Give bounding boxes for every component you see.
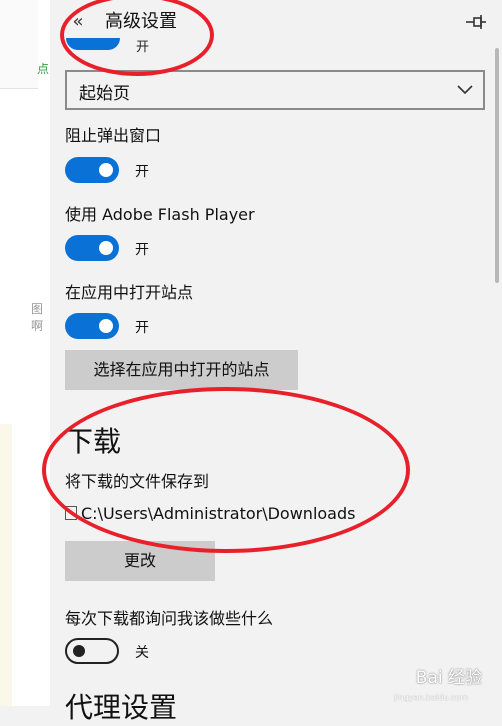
flash-player-state: 开 <box>135 242 149 258</box>
download-path: C:\Users\Administrator\Downloads <box>65 504 355 523</box>
open-in-app-toggle[interactable] <box>65 313 119 339</box>
watermark-logo: Bai 经验 <box>415 668 482 688</box>
startup-page-select[interactable]: 起始页 <box>65 70 485 110</box>
ask-download-state: 关 <box>135 645 149 661</box>
background-green-text: 点 <box>37 62 50 76</box>
open-in-app-label: 在应用中打开站点 <box>65 283 194 302</box>
download-path-text: C:\Users\Administrator\Downloads <box>81 504 356 523</box>
block-popups-label: 阻止弹出窗口 <box>65 126 162 145</box>
save-downloads-label: 将下载的文件保存到 <box>65 472 210 491</box>
flash-player-toggle[interactable] <box>65 235 119 261</box>
downloads-heading: 下载 <box>65 425 122 458</box>
panel-scrollbar[interactable] <box>495 48 499 283</box>
block-popups-state: 开 <box>135 164 149 180</box>
open-with-toggle-partial[interactable] <box>66 38 120 52</box>
background-browser-page: 点 图啊 <box>0 0 51 706</box>
advanced-settings-panel: « 高级设置 开 起始页 阻止弹出窗口 开 使用 Adobe Flash Pla… <box>50 0 502 724</box>
ask-download-label: 每次下载都询问我该做些什么 <box>65 609 274 628</box>
open-with-toggle-state: 开 <box>136 40 150 55</box>
startup-page-select-value: 起始页 <box>79 84 130 104</box>
page-title: 高级设置 <box>105 11 177 32</box>
pin-icon[interactable] <box>464 12 488 32</box>
open-in-app-state: 开 <box>135 320 149 336</box>
flash-player-label: 使用 Adobe Flash Player <box>65 205 255 224</box>
ask-download-toggle[interactable] <box>65 638 119 664</box>
back-chevron-icon[interactable]: « <box>66 8 90 36</box>
block-popups-toggle[interactable] <box>65 157 119 183</box>
watermark-url: jingyan.baidu.com <box>394 693 468 702</box>
background-yellow-strip <box>0 424 12 706</box>
proxy-settings-heading: 代理设置 <box>65 691 178 724</box>
background-tab-area <box>0 0 38 89</box>
choose-app-sites-button[interactable]: 选择在应用中打开的站点 <box>65 350 298 390</box>
background-gray-text: 图啊 <box>31 302 44 333</box>
change-download-path-button[interactable]: 更改 <box>65 541 215 581</box>
folder-icon <box>65 506 77 520</box>
chevron-down-icon <box>457 85 473 95</box>
